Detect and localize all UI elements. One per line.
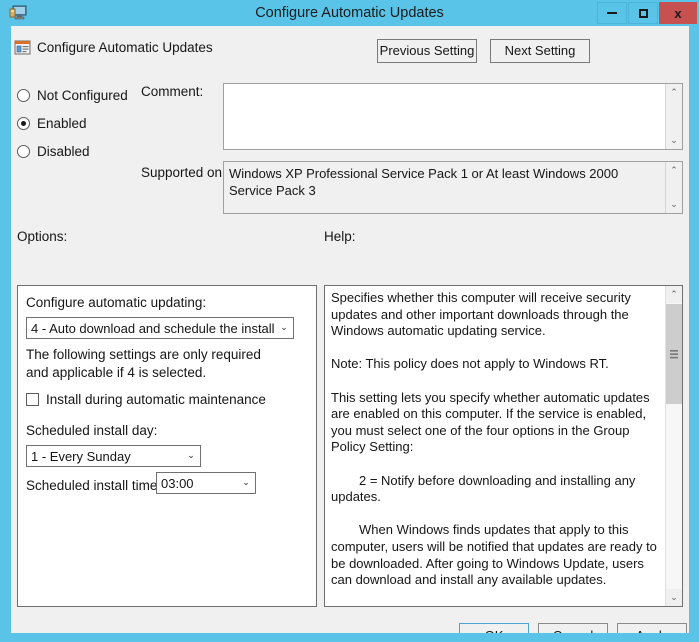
scheduled-install-day-dropdown[interactable]: 1 - Every Sunday ⌄: [26, 445, 201, 467]
options-caption: Options:: [17, 229, 68, 244]
scheduled-install-day-value: 1 - Every Sunday: [31, 448, 131, 464]
help-caption: Help:: [324, 229, 356, 244]
scheduled-install-time-value: 03:00: [161, 475, 194, 491]
close-button[interactable]: x: [659, 2, 697, 24]
configure-updating-value: 4 - Auto download and schedule the insta…: [31, 320, 275, 336]
configure-updating-label: Configure automatic updating:: [26, 295, 207, 310]
dialog-client-area: Configure Automatic Updates Previous Set…: [11, 26, 689, 633]
scroll-down-icon[interactable]: ⌄: [666, 589, 682, 606]
scroll-up-icon[interactable]: ⌃: [666, 162, 682, 179]
scroll-up-icon[interactable]: ⌃: [666, 84, 682, 101]
window-title: Configure Automatic Updates: [255, 5, 444, 21]
chevron-down-icon: ⌄: [187, 451, 195, 461]
radio-enabled[interactable]: Enabled: [17, 116, 87, 131]
scroll-up-icon[interactable]: ⌃: [666, 286, 682, 303]
configure-updating-dropdown[interactable]: 4 - Auto download and schedule the insta…: [26, 317, 294, 339]
checkbox-icon: [26, 393, 39, 406]
scheduled-install-time-label: Scheduled install time:: [26, 478, 162, 493]
configure-automatic-updates-window: Configure Automatic Updates x Configure …: [0, 0, 699, 642]
comment-scrollbar[interactable]: ⌃ ⌄: [665, 84, 682, 149]
options-panel: Configure automatic updating: 4 - Auto d…: [17, 285, 317, 607]
comment-value[interactable]: [224, 84, 665, 149]
next-setting-button[interactable]: Next Setting: [490, 39, 590, 63]
install-during-maintenance-checkbox[interactable]: Install during automatic maintenance: [26, 392, 266, 407]
apply-button[interactable]: Apply: [617, 623, 687, 633]
radio-disabled[interactable]: Disabled: [17, 144, 90, 159]
help-panel: Specifies whether this computer will rec…: [324, 285, 683, 607]
install-during-maintenance-label: Install during automatic maintenance: [46, 392, 266, 407]
policy-setting-icon: [14, 39, 31, 56]
scheduled-install-day-label: Scheduled install day:: [26, 423, 158, 438]
setting-header: Configure Automatic Updates Previous Set…: [11, 26, 689, 76]
window-controls: x: [596, 2, 697, 24]
help-paragraph: Specifies whether this computer will rec…: [331, 290, 631, 339]
help-text-content: Specifies whether this computer will rec…: [325, 286, 665, 606]
minimize-icon: [607, 12, 617, 14]
cancel-button[interactable]: Cancel: [538, 623, 608, 633]
chevron-down-icon: ⌄: [280, 323, 288, 333]
configure-updating-note: The following settings are only required…: [26, 347, 261, 380]
help-paragraph: 2 = Notify before downloading and instal…: [331, 472, 636, 505]
supported-on-value: Windows XP Professional Service Pack 1 o…: [229, 166, 619, 198]
help-paragraph: 3 = (Default setting) Download the updat…: [331, 605, 659, 606]
help-paragraph: When Windows finds updates that apply to…: [331, 522, 657, 588]
help-paragraph: This setting lets you specify whether au…: [331, 389, 650, 455]
help-scrollbar[interactable]: ⌃ ⌄: [665, 286, 682, 606]
help-scroll-thumb[interactable]: [666, 304, 682, 404]
title-bar: Configure Automatic Updates x: [0, 0, 699, 26]
setting-name-label: Configure Automatic Updates: [37, 40, 213, 55]
supported-on-scrollbar[interactable]: ⌃ ⌄: [665, 162, 682, 213]
ok-button[interactable]: OK: [459, 623, 529, 633]
chevron-down-icon: ⌄: [242, 478, 250, 488]
radio-icon: [17, 145, 30, 158]
scheduled-install-time-dropdown[interactable]: 03:00 ⌄: [156, 472, 256, 494]
minimize-button[interactable]: [597, 2, 627, 24]
radio-not-configured[interactable]: Not Configured: [17, 88, 128, 103]
comment-textarea[interactable]: ⌃ ⌄: [223, 83, 683, 150]
maximize-icon: [638, 8, 648, 18]
radio-label-disabled: Disabled: [37, 144, 90, 159]
radio-icon: [17, 89, 30, 102]
close-icon: x: [674, 5, 682, 21]
radio-label-enabled: Enabled: [37, 116, 87, 131]
radio-selected-icon: [17, 117, 30, 130]
comment-label: Comment:: [141, 84, 204, 99]
scroll-down-icon[interactable]: ⌄: [666, 132, 682, 149]
supported-on-box: Windows XP Professional Service Pack 1 o…: [223, 161, 683, 214]
scroll-down-icon[interactable]: ⌄: [666, 196, 682, 213]
radio-label-not-configured: Not Configured: [37, 88, 128, 103]
supported-on-label: Supported on:: [141, 165, 226, 180]
previous-setting-button[interactable]: Previous Setting: [377, 39, 477, 63]
help-paragraph: Note: This policy does not apply to Wind…: [331, 356, 609, 372]
maximize-button[interactable]: [628, 2, 658, 24]
